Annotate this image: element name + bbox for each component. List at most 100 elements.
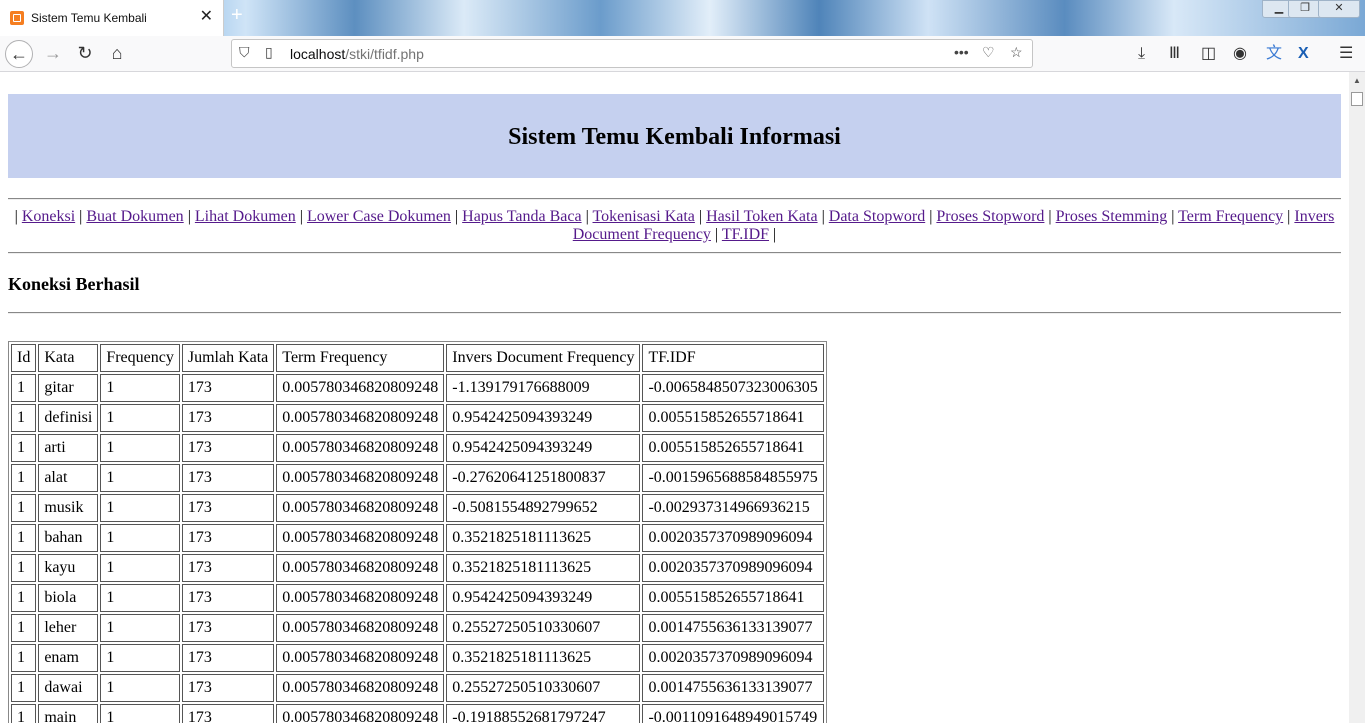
library-icon[interactable]: Ⅲ	[1169, 44, 1180, 64]
table-row: 1 main 1 173 0.005780346820809248 -0.19188552…	[11, 704, 824, 723]
table-cell: biola	[38, 584, 99, 612]
table-cell: 0.3521825181113625	[446, 554, 641, 582]
table-cell: -0.0065848507323006305	[642, 374, 824, 402]
column-header: Invers Document Frequency	[446, 344, 641, 372]
column-header: Term Frequency	[276, 344, 445, 372]
nav-link-proses-stemming[interactable]: Proses Stemming	[1056, 208, 1168, 225]
restore-window-button[interactable]: ❐	[1288, 0, 1322, 18]
table-cell: 0.25527250510330607	[446, 614, 641, 642]
scroll-up-icon[interactable]: ▲	[1353, 76, 1361, 85]
forward-arrow-icon[interactable]: →	[39, 40, 67, 68]
tfidf-table: Id Kata Frequency Jumlah Kata Term Frequency…	[8, 341, 827, 723]
table-cell: 0.005780346820809248	[276, 674, 445, 702]
table-cell: 173	[181, 614, 275, 642]
table-cell: 1	[11, 644, 37, 672]
nav-link-term-frequency[interactable]: Term Frequency	[1178, 208, 1283, 225]
nav-link-hapus-tanda-baca[interactable]: Hapus Tanda Baca	[462, 208, 581, 225]
table-cell: 1	[100, 524, 180, 552]
table-cell: 173	[181, 374, 275, 402]
column-header: Jumlah Kata	[181, 344, 275, 372]
table-row: 1 gitar 1 173 0.005780346820809248 -1.1391791…	[11, 374, 824, 402]
table-cell: -0.5081554892799652	[446, 494, 641, 522]
scrollbar-thumb[interactable]	[1351, 92, 1363, 106]
table-cell: 0.005780346820809248	[276, 524, 445, 552]
page-icon[interactable]: ▯	[265, 44, 273, 61]
table-cell: -0.0011091648949015749	[642, 704, 824, 723]
table-cell: 1	[11, 614, 37, 642]
back-arrow-icon[interactable]: ←	[5, 40, 33, 68]
table-cell: main	[38, 704, 99, 723]
table-row: 1 dawai 1 173 0.005780346820809248 0.25527250…	[11, 674, 824, 702]
sidebar-icon[interactable]: ◫	[1201, 44, 1216, 64]
table-cell: 1	[11, 554, 37, 582]
table-row: 1 musik 1 173 0.005780346820809248 -0.5081554…	[11, 494, 824, 522]
close-window-button[interactable]: ✕	[1318, 0, 1360, 18]
table-cell: 0.005780346820809248	[276, 704, 445, 723]
table-cell: 1	[11, 494, 37, 522]
nav-link-tf-idf[interactable]: TF.IDF	[722, 226, 769, 243]
table-cell: 0.005780346820809248	[276, 584, 445, 612]
table-row: 1 enam 1 173 0.005780346820809248 0.352182518…	[11, 644, 824, 672]
nav-link-proses-stopword[interactable]: Proses Stopword	[936, 208, 1044, 225]
nav-menu: | Koneksi | Buat Dokumen | Lihat Dokumen…	[14, 208, 1335, 243]
window-titlebar: Sistem Temu Kembali ✕ + ▁ ❐ ✕	[0, 0, 1365, 36]
table-cell: 0.25527250510330607	[446, 674, 641, 702]
home-icon[interactable]: ⌂	[103, 40, 131, 68]
vertical-scrollbar[interactable]: ▲	[1349, 72, 1365, 723]
table-cell: dawai	[38, 674, 99, 702]
table-cell: bahan	[38, 524, 99, 552]
url-text[interactable]: localhost/stki/tfidf.php	[290, 46, 424, 62]
table-cell: 1	[100, 674, 180, 702]
table-cell: musik	[38, 494, 99, 522]
new-tab-icon[interactable]: +	[231, 5, 243, 25]
nav-link-lower-case-dokumen[interactable]: Lower Case Dokumen	[307, 208, 451, 225]
menu-icon[interactable]: ☰	[1339, 44, 1353, 64]
table-cell: 0.9542425094393249	[446, 584, 641, 612]
table-cell: 0.005780346820809248	[276, 644, 445, 672]
table-header-row: Id Kata Frequency Jumlah Kata Term Frequency…	[11, 344, 824, 372]
table-cell: 0.3521825181113625	[446, 524, 641, 552]
url-host: localhost	[290, 46, 346, 62]
reload-icon[interactable]: ↻	[71, 40, 99, 68]
nav-link-lihat-dokumen[interactable]: Lihat Dokumen	[195, 208, 296, 225]
table-cell: -0.19188552681797247	[446, 704, 641, 723]
table-cell: 0.005780346820809248	[276, 404, 445, 432]
nav-link-data-stopword[interactable]: Data Stopword	[829, 208, 925, 225]
table-row: 1 definisi 1 173 0.005780346820809248 0.95424…	[11, 404, 824, 432]
tab-title: Sistem Temu Kembali	[31, 11, 147, 25]
table-cell: 0.005515852655718641	[642, 584, 824, 612]
pocket-icon[interactable]: ♡	[982, 44, 995, 61]
table-cell: 0.005780346820809248	[276, 494, 445, 522]
browser-tab[interactable]: Sistem Temu Kembali ✕	[0, 0, 224, 36]
account-icon[interactable]: ◉	[1233, 44, 1247, 64]
table-cell: alat	[38, 464, 99, 492]
table-cell: 0.9542425094393249	[446, 404, 641, 432]
table-cell: gitar	[38, 374, 99, 402]
translate-icon[interactable]: 文	[1266, 44, 1282, 64]
address-bar[interactable]: ⛉ ▯ localhost/stki/tfidf.php ••• ♡ ☆	[231, 39, 1033, 68]
table-cell: 173	[181, 524, 275, 552]
nav-link-koneksi[interactable]: Koneksi	[22, 208, 75, 225]
table-cell: 0.005515852655718641	[642, 434, 824, 462]
connection-status: Koneksi Berhasil	[8, 274, 140, 294]
table-cell: leher	[38, 614, 99, 642]
table-cell: 1	[11, 374, 37, 402]
nav-link-buat-dokumen[interactable]: Buat Dokumen	[86, 208, 183, 225]
download-icon[interactable]: ⤓	[1138, 44, 1145, 64]
divider	[8, 198, 1341, 200]
shield-icon[interactable]: ⛉	[239, 44, 250, 61]
extension-x-icon[interactable]: X	[1298, 44, 1309, 64]
nav-link-tokenisasi-kata[interactable]: Tokenisasi Kata	[593, 208, 695, 225]
table-cell: 1	[100, 494, 180, 522]
more-icon[interactable]: •••	[954, 44, 969, 60]
star-icon[interactable]: ☆	[1010, 44, 1023, 61]
divider	[8, 312, 1341, 314]
table-row: 1 kayu 1 173 0.005780346820809248 0.352182518…	[11, 554, 824, 582]
xampp-favicon-icon	[10, 11, 24, 25]
table-cell: 173	[181, 434, 275, 462]
table-cell: 1	[100, 584, 180, 612]
nav-link-hasil-token-kata[interactable]: Hasil Token Kata	[706, 208, 817, 225]
table-row: 1 biola 1 173 0.005780346820809248 0.95424250…	[11, 584, 824, 612]
close-tab-icon[interactable]: ✕	[200, 9, 213, 25]
table-cell: -0.002937314966936215	[642, 494, 824, 522]
